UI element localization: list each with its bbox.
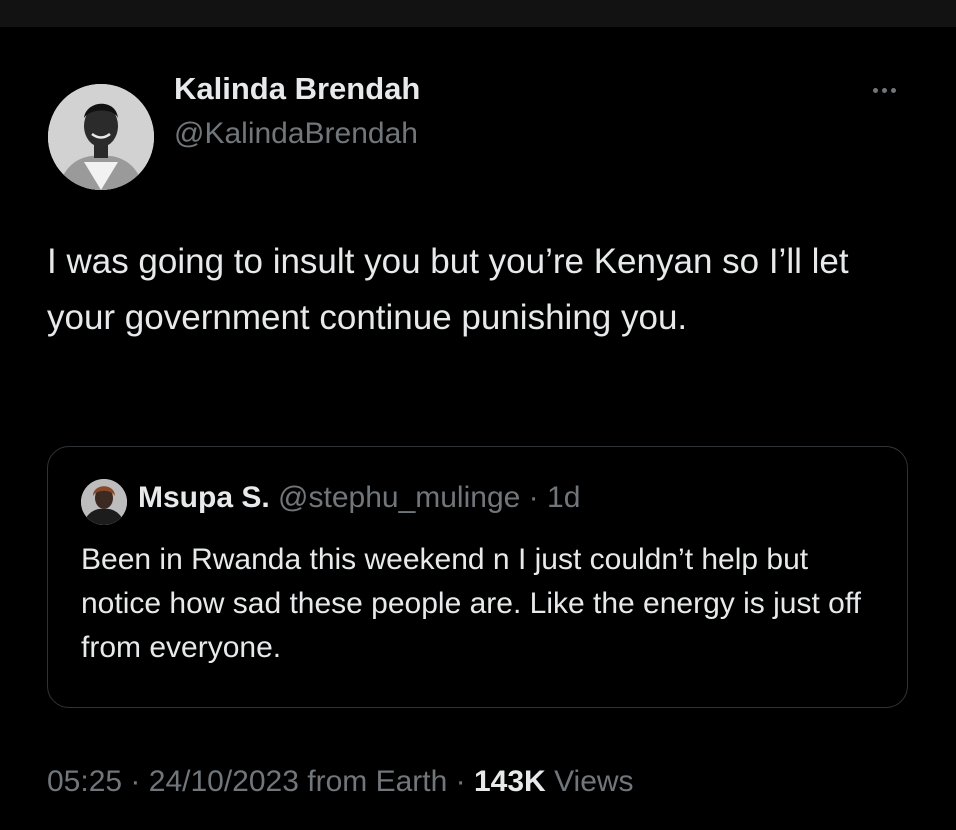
more-horizontal-icon [872, 87, 878, 93]
author-handle[interactable]: @KalindaBrendah [174, 117, 418, 151]
meta-separator: · [130, 765, 141, 798]
meta-separator-2: · [455, 765, 466, 798]
top-bar [0, 0, 956, 27]
quoted-handle[interactable]: @stephu_mulinge [278, 481, 520, 514]
quoted-display-name[interactable]: Msupa S. [138, 481, 270, 514]
more-horizontal-icon-dot [881, 87, 887, 93]
tweet-card: Kalinda Brendah @KalindaBrendah I was go… [0, 27, 956, 830]
tweet-date[interactable]: 24/10/2023 [149, 765, 299, 798]
author-avatar-image [48, 84, 154, 190]
quoted-text: Been in Rwanda this weekend n I just cou… [81, 543, 861, 664]
quoted-separator: · [528, 481, 539, 514]
author-avatar[interactable] [48, 84, 154, 190]
tweet-source: from Earth [307, 765, 448, 798]
more-options-button[interactable] [860, 75, 908, 105]
views-count[interactable]: 143K [474, 765, 546, 798]
quoted-tweet[interactable]: Msupa S. @stephu_mulinge · 1d Been in Rw… [47, 446, 908, 708]
quoted-avatar-image [81, 479, 127, 525]
more-horizontal-icon-dot [890, 87, 896, 93]
quoted-header: Msupa S. @stephu_mulinge · 1d [138, 481, 580, 515]
tweet-time[interactable]: 05:25 [47, 765, 122, 798]
tweet-meta: 05:25 · 24/10/2023 from Earth · 143K Vie… [47, 765, 634, 799]
tweet-text: I was going to insult you but you’re Ken… [47, 242, 849, 337]
views-label[interactable]: Views [554, 765, 633, 798]
author-display-name[interactable]: Kalinda Brendah [174, 71, 420, 107]
quoted-author-avatar[interactable] [81, 479, 127, 525]
quoted-age[interactable]: 1d [547, 481, 580, 514]
